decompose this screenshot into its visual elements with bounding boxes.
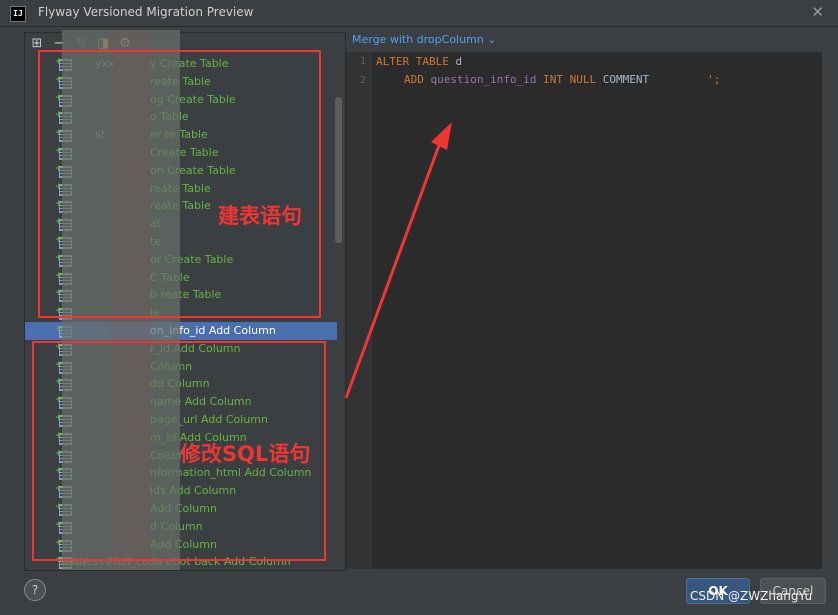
line-number: 2: [359, 75, 366, 86]
comment-keyword: COMMENT: [602, 73, 650, 86]
column-type: INT NULL: [543, 73, 597, 86]
merge-dropdown[interactable]: Merge with dropColumn ⌄: [352, 32, 497, 52]
annotation-alter-sql: 修改SQL语句: [180, 442, 311, 466]
editor-gutter: 1 2: [346, 52, 372, 569]
sql-editor[interactable]: 1 2 ALTER TABLE d ADD question_info_id I…: [346, 52, 822, 569]
help-button[interactable]: ?: [24, 579, 46, 601]
table-name: d: [455, 55, 463, 68]
sql-keyword-add: ADD: [404, 73, 424, 86]
code-line-2: ADD question_info_id INT NULL COMMENT ';: [404, 73, 720, 86]
annotation-box-create: [38, 50, 321, 318]
window-title: Flyway Versioned Migration Preview: [38, 5, 254, 19]
close-icon[interactable]: ✕: [811, 3, 824, 21]
line-number: 1: [359, 56, 366, 67]
intellij-app-icon: IJ: [10, 6, 26, 22]
title-bar: IJ Flyway Versioned Migration Preview ✕: [0, 0, 838, 27]
statement-end: ';: [707, 73, 721, 86]
code-line-1: ALTER TABLE d: [376, 55, 462, 68]
annotation-create-table: 建表语句: [218, 204, 302, 228]
chevron-down-icon: ⌄: [487, 33, 497, 46]
merge-dropdown-label: Merge with dropColumn: [352, 33, 484, 46]
sql-keyword: ALTER TABLE: [376, 55, 449, 68]
column-name: question_info_id: [430, 73, 537, 86]
list-scrollbar[interactable]: [335, 97, 342, 243]
watermark: CSDN @ZWZhangYu: [690, 589, 813, 603]
